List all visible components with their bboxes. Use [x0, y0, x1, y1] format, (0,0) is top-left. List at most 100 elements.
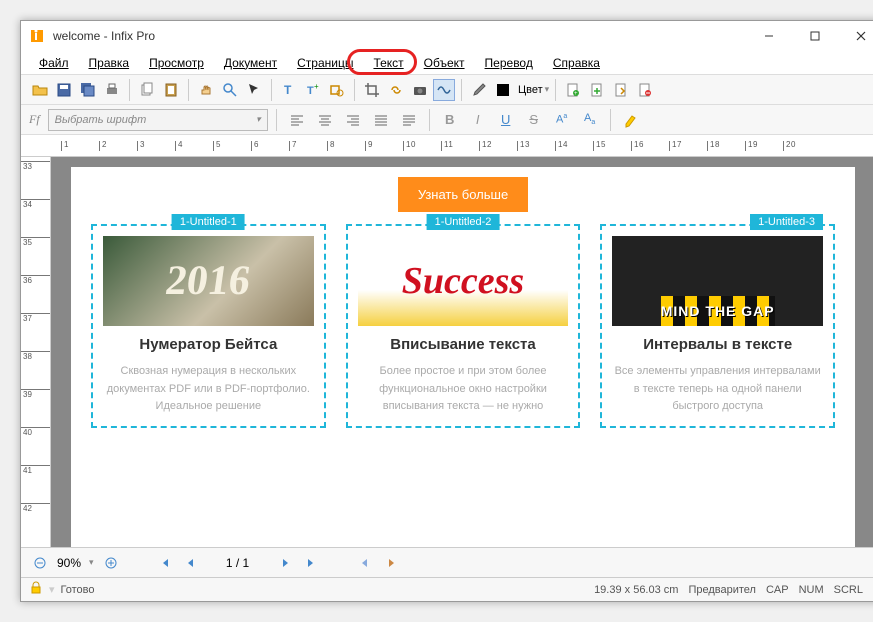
block-label: 1-Untitled-3: [750, 214, 823, 230]
sine-icon[interactable]: [433, 79, 455, 101]
align-full-icon[interactable]: [397, 109, 421, 131]
page-delete-icon[interactable]: [634, 79, 656, 101]
save-icon[interactable]: [53, 79, 75, 101]
menu-document[interactable]: Документ: [216, 53, 285, 73]
menu-translate[interactable]: Перевод: [477, 53, 541, 73]
svg-text:+: +: [574, 91, 578, 97]
prev-page-button[interactable]: [182, 554, 200, 572]
align-center-icon[interactable]: [313, 109, 337, 131]
minimize-button[interactable]: [746, 21, 792, 51]
align-left-icon[interactable]: [285, 109, 309, 131]
text-block-2[interactable]: 1-Untitled-2 Success Вписывание текста Б…: [346, 224, 581, 428]
status-ready: Готово: [61, 584, 95, 596]
maximize-button[interactable]: [792, 21, 838, 51]
print-icon[interactable]: [101, 79, 123, 101]
italic-button[interactable]: I: [466, 109, 490, 131]
image-2016: 2016: [103, 236, 314, 326]
open-icon[interactable]: [29, 79, 51, 101]
text-plus-icon[interactable]: T+: [302, 79, 324, 101]
color-swatch[interactable]: [492, 79, 514, 101]
status-cap: CAP: [766, 584, 789, 596]
object-tool-icon[interactable]: [326, 79, 348, 101]
page-add-icon[interactable]: +: [562, 79, 584, 101]
block-title: Вписывание текста: [358, 336, 569, 353]
page-insert-icon[interactable]: [586, 79, 608, 101]
page-extract-icon[interactable]: [610, 79, 632, 101]
document-page: Узнать больше 1-Untitled-1 2016 Нумерато…: [71, 167, 855, 547]
underline-button[interactable]: U: [494, 109, 518, 131]
learn-more-button[interactable]: Узнать больше: [398, 177, 528, 212]
camera-icon[interactable]: [409, 79, 431, 101]
menu-file[interactable]: Файл: [31, 53, 77, 73]
block-label: 1-Untitled-1: [172, 214, 245, 230]
page-number[interactable]: 1 / 1: [208, 556, 268, 570]
zoom-icon[interactable]: [219, 79, 241, 101]
menu-text[interactable]: Текст: [365, 53, 411, 73]
close-button[interactable]: [838, 21, 873, 51]
save-all-icon[interactable]: [77, 79, 99, 101]
next-page-button[interactable]: [276, 554, 294, 572]
next-view-button[interactable]: [382, 554, 400, 572]
status-scrl: SCRL: [834, 584, 863, 596]
block-label: 1-Untitled-2: [427, 214, 500, 230]
svg-text:T: T: [307, 85, 314, 97]
image-success: Success: [358, 236, 569, 326]
font-select[interactable]: Выбрать шрифт ▾: [48, 109, 268, 131]
link-icon[interactable]: [385, 79, 407, 101]
menu-help[interactable]: Справка: [545, 53, 608, 73]
menubar: Файл Правка Просмотр Документ Страницы Т…: [21, 51, 873, 75]
last-page-button[interactable]: [302, 554, 320, 572]
workspace: 33343536373839404142 Узнать больше 1-Unt…: [21, 157, 873, 547]
zoom-out-button[interactable]: [31, 554, 49, 572]
align-right-icon[interactable]: [341, 109, 365, 131]
image-mindthegap: MIND THE GAP: [612, 236, 823, 326]
navigation-bar: 90% ▾ 1 / 1: [21, 547, 873, 577]
paste-icon[interactable]: [160, 79, 182, 101]
strikethrough-button[interactable]: S: [522, 109, 546, 131]
toolbar-main: T T+ Цвет ▾ +: [21, 75, 873, 105]
copy-icon[interactable]: [136, 79, 158, 101]
app-icon: [29, 28, 45, 44]
first-page-button[interactable]: [156, 554, 174, 572]
bold-button[interactable]: B: [438, 109, 462, 131]
menu-pages[interactable]: Страницы: [289, 53, 361, 73]
block-desc: Более простое и при этом более функциона…: [358, 363, 569, 416]
subscript-button[interactable]: Aa: [578, 109, 602, 131]
ruler-vertical: 33343536373839404142: [21, 157, 51, 547]
svg-text:+: +: [314, 82, 319, 91]
menu-view[interactable]: Просмотр: [141, 53, 212, 73]
block-title: Нумератор Бейтса: [103, 336, 314, 353]
superscript-button[interactable]: Aa: [550, 109, 574, 131]
font-icon: Ff: [29, 112, 40, 127]
ruler-horizontal: 1234567891011121314151617181920: [21, 135, 873, 157]
lock-icon: [29, 581, 43, 598]
window-title: welcome - Infix Pro: [53, 29, 746, 43]
color-label: Цвет: [518, 84, 543, 96]
app-window: welcome - Infix Pro Файл Правка Просмотр…: [20, 20, 873, 602]
status-coords: 19.39 x 56.03 cm: [594, 584, 678, 596]
canvas[interactable]: Узнать больше 1-Untitled-1 2016 Нумерато…: [51, 157, 873, 547]
prev-view-button[interactable]: [356, 554, 374, 572]
titlebar: welcome - Infix Pro: [21, 21, 873, 51]
block-desc: Все элементы управления интервалами в те…: [612, 363, 823, 416]
status-preview: Предварител: [688, 584, 756, 596]
text-block-1[interactable]: 1-Untitled-1 2016 Нумератор Бейтса Сквоз…: [91, 224, 326, 428]
crop-icon[interactable]: [361, 79, 383, 101]
hand-icon[interactable]: [195, 79, 217, 101]
text-highlight-icon[interactable]: [619, 109, 643, 131]
pointer-icon[interactable]: [243, 79, 265, 101]
eyedropper-icon[interactable]: [468, 79, 490, 101]
block-desc: Сквозная нумерация в нескольких документ…: [103, 363, 314, 416]
zoom-value: 90%: [57, 556, 81, 570]
status-bar: ▾ Готово 19.39 x 56.03 cm Предварител CA…: [21, 577, 873, 601]
menu-edit[interactable]: Правка: [81, 53, 138, 73]
text-tool-icon[interactable]: T: [278, 79, 300, 101]
zoom-in-button[interactable]: [102, 554, 120, 572]
text-block-3[interactable]: 1-Untitled-3 MIND THE GAP Интервалы в те…: [600, 224, 835, 428]
align-justify-icon[interactable]: [369, 109, 393, 131]
menu-object[interactable]: Объект: [416, 53, 473, 73]
block-title: Интервалы в тексте: [612, 336, 823, 353]
svg-text:T: T: [284, 83, 292, 97]
window-controls: [746, 21, 873, 51]
status-num: NUM: [799, 584, 824, 596]
